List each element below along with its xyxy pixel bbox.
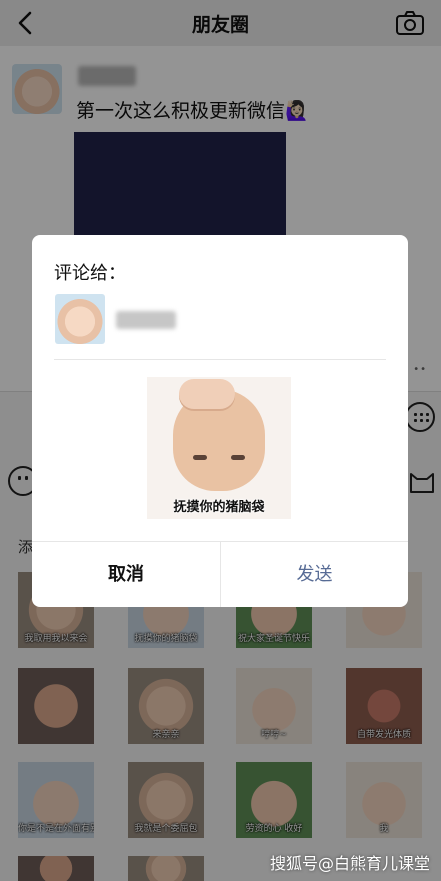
sticker-eye — [193, 455, 207, 460]
cancel-button[interactable]: 取消 — [32, 542, 220, 607]
send-button[interactable]: 发送 — [220, 542, 408, 607]
recipient-avatar — [55, 294, 105, 344]
selected-sticker: 抚摸你的猪脑袋 — [147, 377, 291, 519]
dialog-title: 评论给： — [54, 263, 126, 284]
dialog-divider — [54, 359, 386, 360]
recipient-name-blurred — [116, 311, 176, 329]
sticker-caption: 抚摸你的猪脑袋 — [173, 500, 265, 515]
sticker-hand — [179, 379, 235, 409]
watermark: 搜狐号@白熊育儿课堂 — [270, 854, 431, 873]
sticker-eye — [231, 455, 245, 460]
comment-dialog: 评论给： 抚摸你的猪脑袋 取消 发送 — [32, 235, 408, 607]
dialog-button-row: 取消 发送 — [32, 541, 408, 607]
